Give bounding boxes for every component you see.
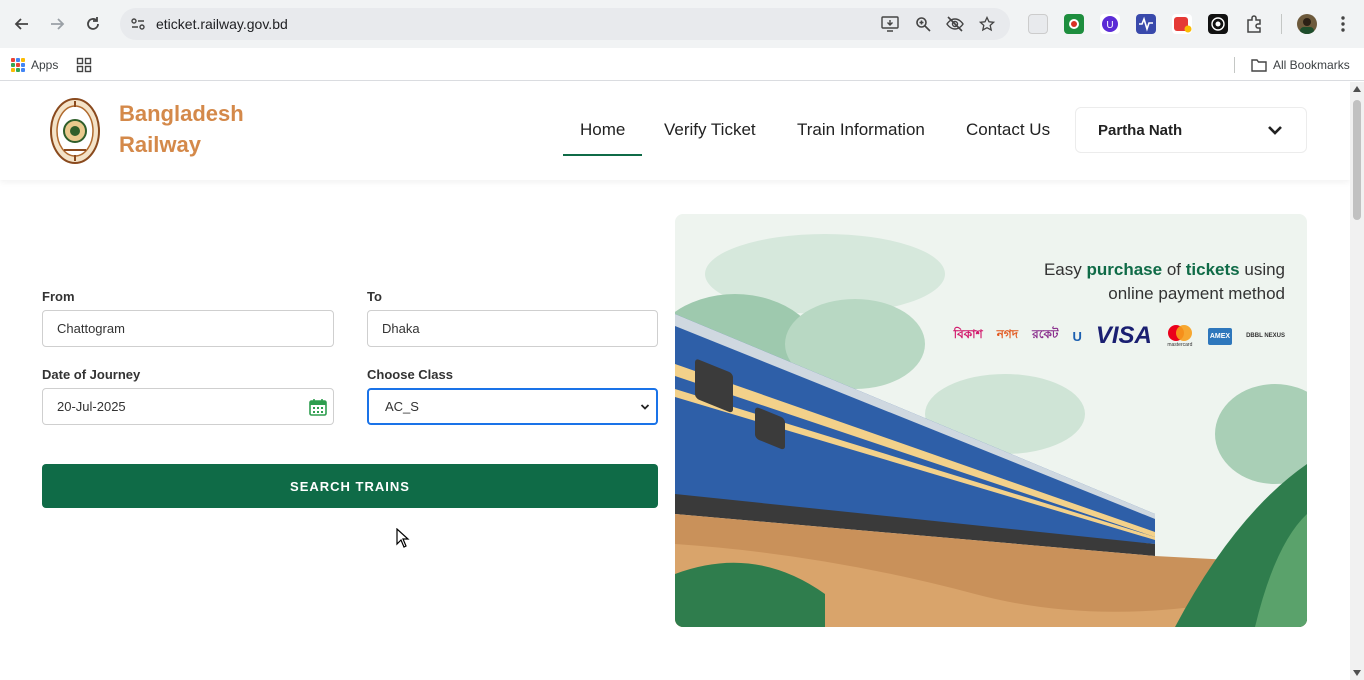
folder-icon <box>1251 59 1267 72</box>
all-bookmarks-folder[interactable]: All Bookmarks <box>1251 54 1350 76</box>
from-station-input[interactable]: Chattogram <box>42 310 334 347</box>
site-info-icon[interactable] <box>128 14 148 34</box>
browser-toolbar: eticket.railway.gov.bd U <box>0 0 1364 48</box>
visa-logo: VISA <box>1095 322 1152 349</box>
reload-icon <box>87 17 99 30</box>
grid-icon <box>76 57 92 73</box>
site-header: Bangladesh Railway Home Verify Ticket Tr… <box>0 82 1350 180</box>
extension-dark-icon[interactable] <box>1208 14 1228 34</box>
to-station-input[interactable]: Dhaka <box>367 310 658 347</box>
journey-date-input[interactable]: 20-Jul-2025 <box>42 388 334 425</box>
arrow-right-icon <box>51 18 65 30</box>
tagline-line-2: online payment method <box>1108 284 1285 303</box>
journey-date-value: 20-Jul-2025 <box>57 399 126 414</box>
hero-banner: Easy purchase of tickets using online pa… <box>675 214 1307 627</box>
mastercard-circles-icon <box>1167 325 1192 341</box>
calendar-icon[interactable] <box>308 397 328 417</box>
payment-logos: বিকাশ নগদ রকেট U VISA mastercard AMEX DB… <box>954 322 1285 350</box>
mastercard-logo: mastercard <box>1166 324 1194 348</box>
date-label: Date of Journey <box>42 367 141 382</box>
scroll-down-arrow[interactable] <box>1353 670 1361 676</box>
eye-off-icon[interactable] <box>945 14 965 34</box>
install-app-icon[interactable] <box>880 14 900 34</box>
nav-verify-ticket[interactable]: Verify Ticket <box>664 120 756 140</box>
address-bar[interactable]: eticket.railway.gov.bd <box>120 8 1010 40</box>
class-select[interactable]: AC_S <box>367 388 658 425</box>
mastercard-label: mastercard <box>1167 342 1193 348</box>
bookmark-star-icon[interactable] <box>977 14 997 34</box>
tagline-of: of <box>1166 260 1182 279</box>
brand-name[interactable]: Bangladesh Railway <box>119 98 244 160</box>
from-label: From <box>42 289 75 304</box>
zoom-icon[interactable] <box>913 14 933 34</box>
all-bookmarks-label: All Bookmarks <box>1273 58 1350 72</box>
class-label: Choose Class <box>367 367 453 382</box>
reload-button[interactable] <box>79 10 107 38</box>
web-page: Bangladesh Railway Home Verify Ticket Tr… <box>0 82 1350 680</box>
class-selected-value: AC_S <box>385 399 419 414</box>
bookmarks-bar: Apps All Bookmarks <box>0 48 1364 81</box>
profile-avatar[interactable] <box>1297 14 1317 34</box>
nav-home[interactable]: Home <box>562 120 643 156</box>
tagline-tickets: tickets <box>1185 260 1240 279</box>
railway-emblem-logo[interactable] <box>50 98 100 164</box>
from-station-value: Chattogram <box>57 321 125 336</box>
user-menu-dropdown[interactable]: Partha Nath <box>1075 107 1307 153</box>
apps-label: Apps <box>31 58 59 72</box>
extension-purple-icon[interactable]: U <box>1100 14 1120 34</box>
hero-tagline: Easy purchase of tickets using online pa… <box>985 258 1285 306</box>
arrow-left-icon <box>14 18 28 30</box>
apps-grid-icon <box>11 58 25 72</box>
url-text: eticket.railway.gov.bd <box>156 16 288 32</box>
brand-line-2: Railway <box>119 132 201 157</box>
mouse-cursor-icon <box>396 528 410 548</box>
tagline-purchase: purchase <box>1086 260 1163 279</box>
dbbl-nexus-logo: DBBL NEXUS <box>1246 333 1285 339</box>
tab-groups-bookmark[interactable] <box>76 54 92 76</box>
nagad-logo: নগদ <box>996 327 1019 341</box>
extension-red-icon[interactable] <box>1172 14 1192 34</box>
tagline-using: using <box>1244 260 1285 279</box>
extension-wave-icon[interactable] <box>1136 14 1156 34</box>
tagline-easy: Easy <box>1043 260 1082 279</box>
to-station-value: Dhaka <box>382 321 420 336</box>
back-button[interactable] <box>8 10 36 38</box>
scrollbar-thumb[interactable] <box>1353 100 1361 220</box>
bookmarks-divider <box>1234 57 1235 73</box>
page-scrollbar[interactable] <box>1350 82 1364 680</box>
search-trains-button[interactable]: SEARCH TRAINS <box>42 464 658 508</box>
extension-green-icon[interactable] <box>1064 14 1084 34</box>
chevron-down-icon <box>1268 126 1282 135</box>
amex-logo: AMEX <box>1207 327 1233 345</box>
scroll-up-arrow[interactable] <box>1353 86 1361 92</box>
user-name: Partha Nath <box>1098 122 1183 139</box>
extensions-puzzle-icon[interactable] <box>1244 14 1264 34</box>
nav-contact-us[interactable]: Contact Us <box>966 120 1050 140</box>
menu-kebab-icon[interactable] <box>1333 14 1353 34</box>
extension-blank-icon[interactable] <box>1028 14 1048 34</box>
rocket-logo: রকেট <box>1032 327 1059 341</box>
svg-text:U: U <box>1106 20 1113 31</box>
toolbar-divider <box>1281 14 1282 34</box>
brand-line-1: Bangladesh <box>119 101 244 126</box>
upay-logo: U <box>1072 328 1082 344</box>
to-label: To <box>367 289 382 304</box>
chevron-down-icon <box>640 404 650 410</box>
bkash-logo: বিকাশ <box>953 327 983 341</box>
nav-train-information[interactable]: Train Information <box>797 120 925 140</box>
forward-button[interactable] <box>43 10 71 38</box>
apps-bookmark[interactable]: Apps <box>11 54 58 76</box>
